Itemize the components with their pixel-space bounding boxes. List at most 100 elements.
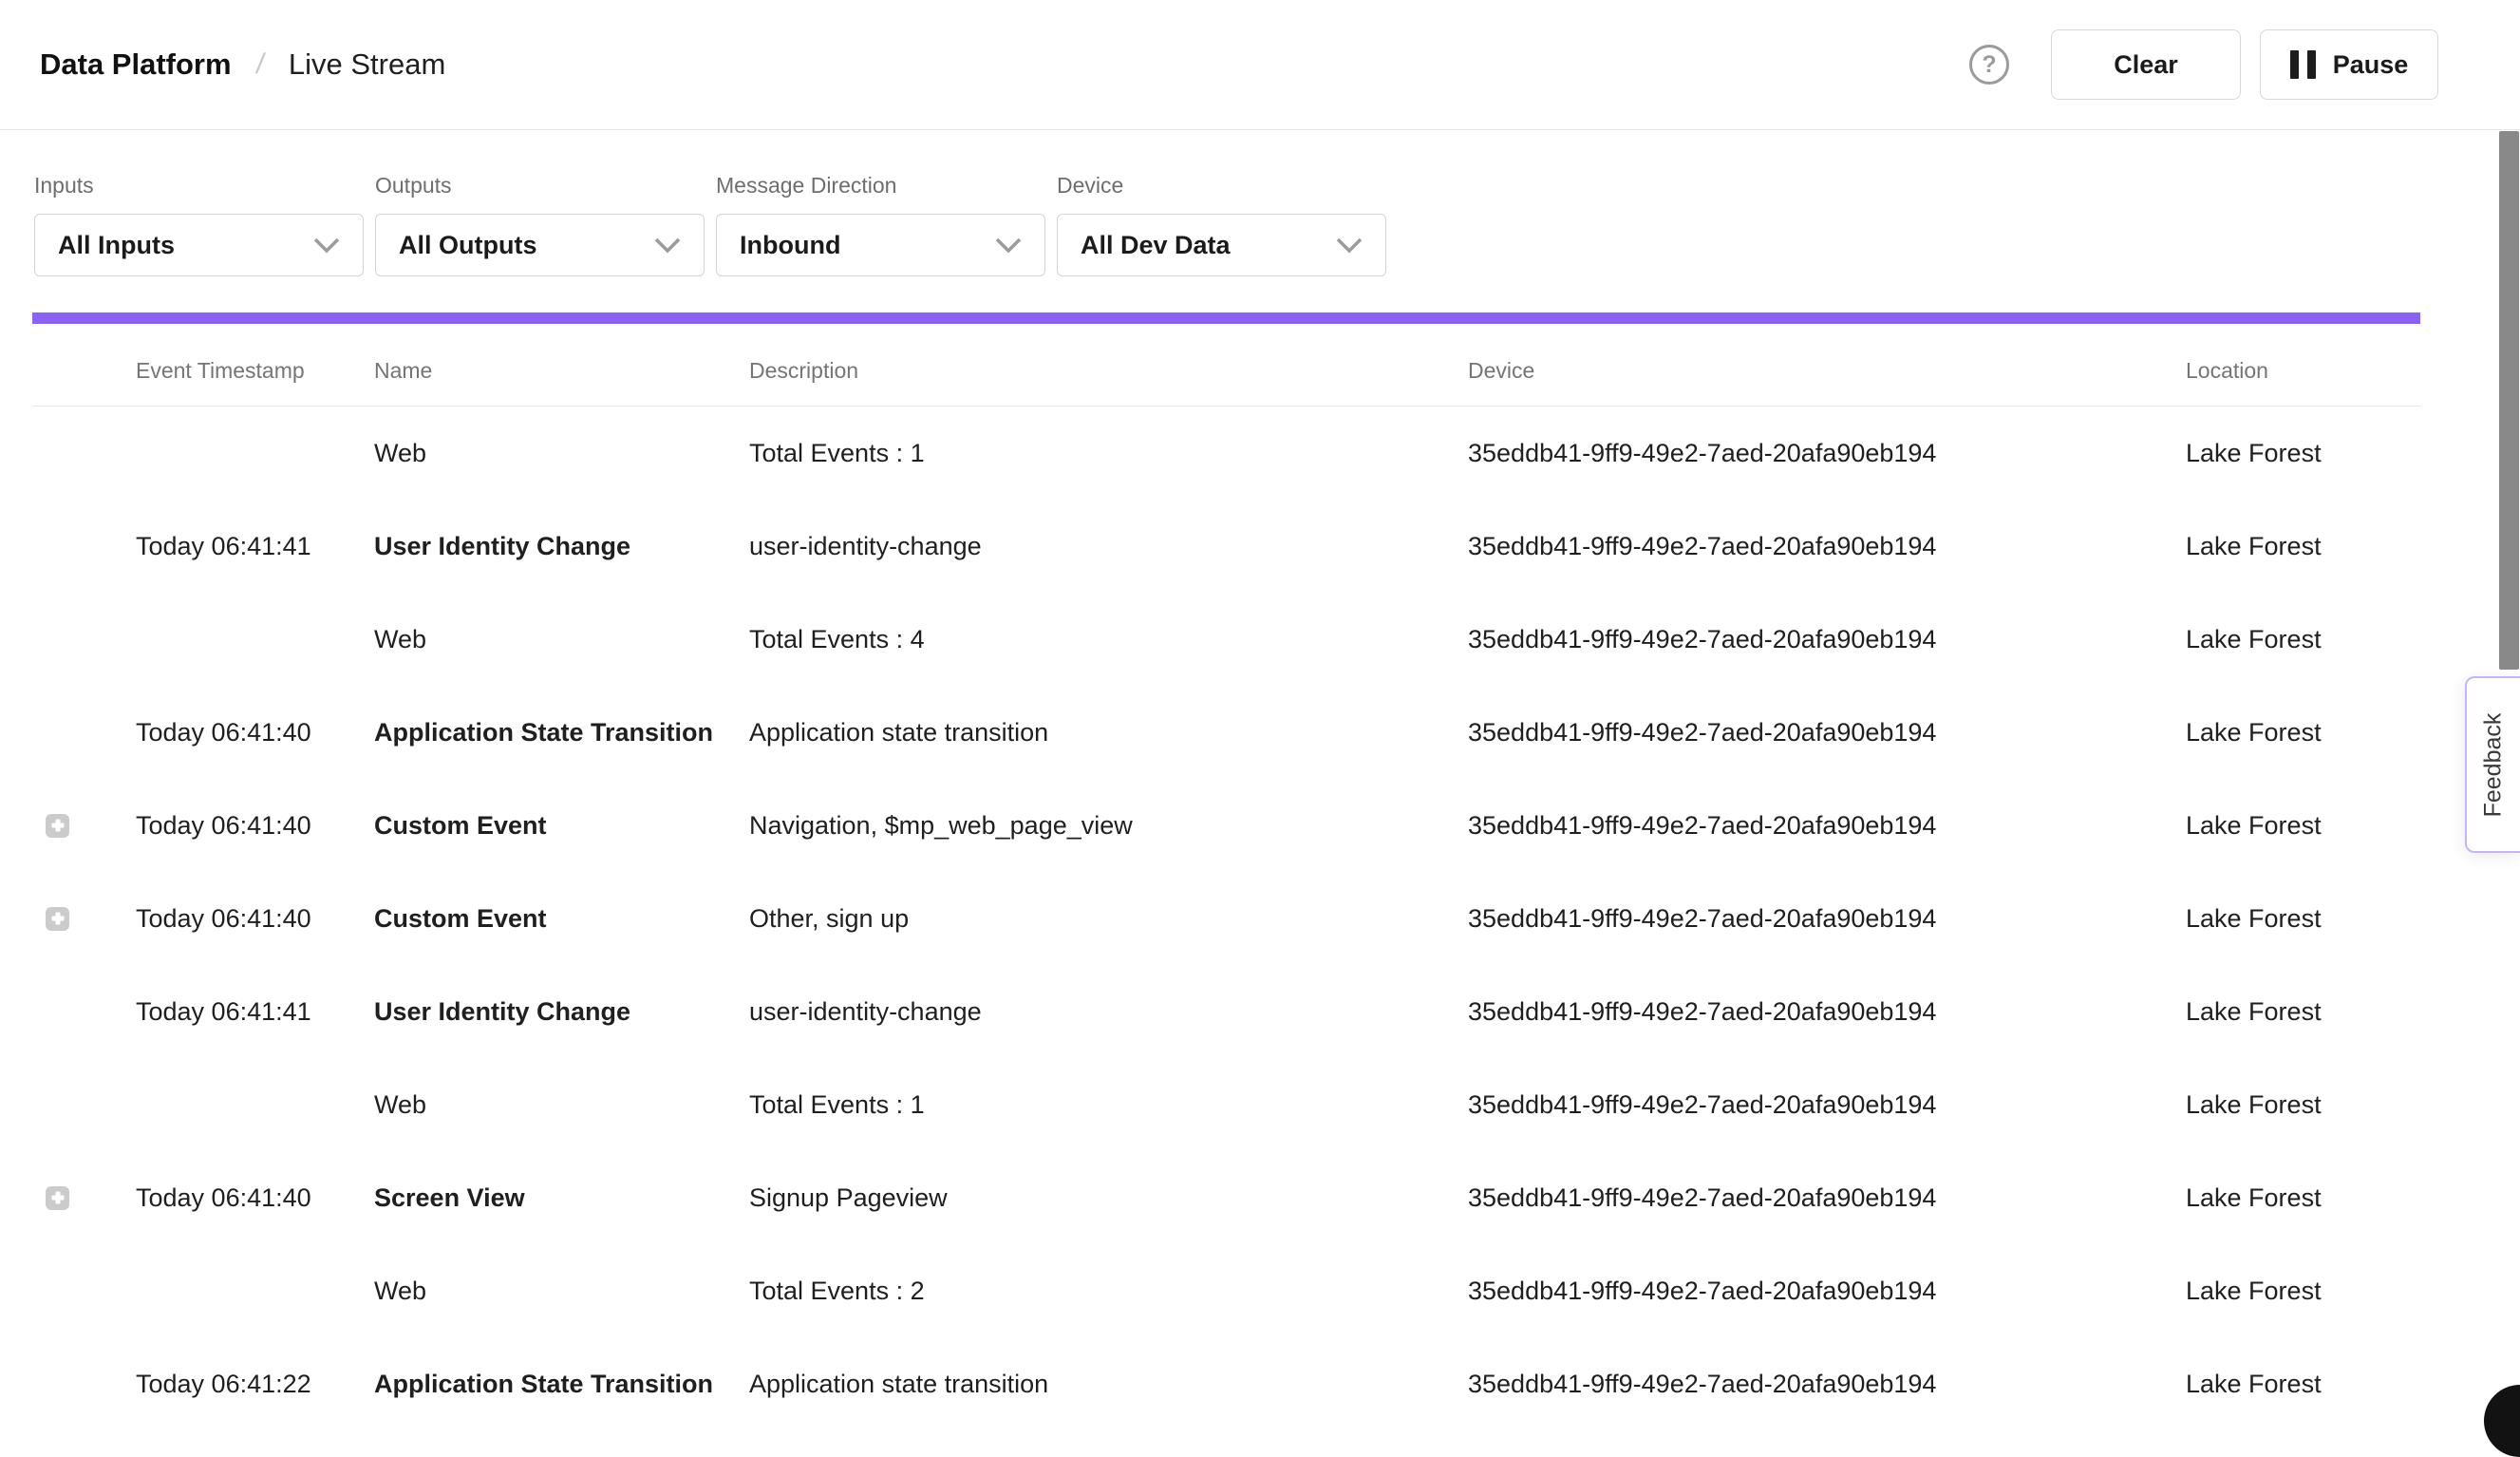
- description-cell: Total Events : 4: [749, 625, 1468, 654]
- device-select-value: All Dev Data: [1081, 231, 1231, 260]
- name-cell: Screen View: [374, 1183, 749, 1213]
- breadcrumb-page: Live Stream: [289, 47, 445, 82]
- device-cell: 35eddb41-9ff9-49e2-7aed-20afa90eb194: [1468, 625, 2186, 654]
- timestamp-cell: Today 06:41:40: [136, 811, 374, 841]
- location-cell: Lake Forest: [2186, 532, 2420, 561]
- device-cell: 35eddb41-9ff9-49e2-7aed-20afa90eb194: [1468, 904, 2186, 934]
- chevron-down-icon: [995, 237, 1022, 254]
- location-cell: Lake Forest: [2186, 1277, 2420, 1306]
- expand-row-button[interactable]: [46, 814, 69, 838]
- column-header-location: Location: [2186, 358, 2420, 384]
- header-actions: ? Clear Pause: [1969, 29, 2438, 100]
- location-cell: Lake Forest: [2186, 1090, 2420, 1120]
- events-table: Event Timestamp Name Description Device …: [32, 324, 2420, 1430]
- location-cell: Lake Forest: [2186, 625, 2420, 654]
- device-cell: 35eddb41-9ff9-49e2-7aed-20afa90eb194: [1468, 718, 2186, 747]
- column-header-event-timestamp: Event Timestamp: [136, 358, 374, 384]
- description-cell: Application state transition: [749, 1370, 1468, 1399]
- description-cell: Navigation, $mp_web_page_view: [749, 811, 1468, 841]
- expand-row-button[interactable]: [46, 1186, 69, 1210]
- scrollbar[interactable]: [2499, 131, 2519, 670]
- outputs-select-value: All Outputs: [399, 231, 536, 260]
- table-row[interactable]: Today 06:41:41User Identity Changeuser-i…: [32, 965, 2420, 1058]
- timestamp-cell: Today 06:41:22: [136, 1370, 374, 1399]
- name-cell: Custom Event: [374, 811, 749, 841]
- feedback-tab[interactable]: Feedback: [2465, 676, 2520, 853]
- chevron-down-icon: [313, 237, 340, 254]
- device-cell: 35eddb41-9ff9-49e2-7aed-20afa90eb194: [1468, 1090, 2186, 1120]
- help-glyph: ?: [1982, 53, 1996, 77]
- table-header-row: Event Timestamp Name Description Device …: [32, 324, 2420, 407]
- name-cell: Web: [374, 1277, 749, 1306]
- outputs-select[interactable]: All Outputs: [375, 214, 705, 276]
- table-row[interactable]: Today 06:41:40Application State Transiti…: [32, 686, 2420, 779]
- location-cell: Lake Forest: [2186, 718, 2420, 747]
- timestamp-cell: Today 06:41:40: [136, 1183, 374, 1213]
- chevron-down-icon: [654, 237, 681, 254]
- device-cell: 35eddb41-9ff9-49e2-7aed-20afa90eb194: [1468, 1277, 2186, 1306]
- table-row[interactable]: Today 06:41:40Custom EventOther, sign up…: [32, 872, 2420, 965]
- description-cell: Signup Pageview: [749, 1183, 1468, 1213]
- filter-label-outputs: Outputs: [375, 172, 705, 199]
- clear-button[interactable]: Clear: [2051, 29, 2241, 100]
- table-row[interactable]: WebTotal Events : 235eddb41-9ff9-49e2-7a…: [32, 1244, 2420, 1337]
- description-cell: user-identity-change: [749, 532, 1468, 561]
- device-cell: 35eddb41-9ff9-49e2-7aed-20afa90eb194: [1468, 1183, 2186, 1213]
- table-row[interactable]: Today 06:41:40Custom EventNavigation, $m…: [32, 779, 2420, 872]
- filter-group-inputs: Inputs All Inputs: [34, 172, 364, 276]
- description-cell: Total Events : 2: [749, 1277, 1468, 1306]
- breadcrumb-section[interactable]: Data Platform: [40, 47, 232, 82]
- inputs-select-value: All Inputs: [58, 231, 175, 260]
- description-cell: Application state transition: [749, 718, 1468, 747]
- table-row[interactable]: Today 06:41:41User Identity Changeuser-i…: [32, 500, 2420, 593]
- expand-cell: [32, 814, 136, 838]
- column-header-device: Device: [1468, 358, 2186, 384]
- breadcrumb-separator: /: [254, 48, 266, 81]
- name-cell: Web: [374, 625, 749, 654]
- location-cell: Lake Forest: [2186, 997, 2420, 1027]
- chat-launcher-partial[interactable]: [2484, 1385, 2520, 1457]
- timestamp-cell: Today 06:41:41: [136, 997, 374, 1027]
- name-cell: Web: [374, 1090, 749, 1120]
- device-cell: 35eddb41-9ff9-49e2-7aed-20afa90eb194: [1468, 1370, 2186, 1399]
- expand-cell: [32, 907, 136, 931]
- table-row[interactable]: Today 06:41:40Screen ViewSignup Pageview…: [32, 1151, 2420, 1244]
- pause-button[interactable]: Pause: [2260, 29, 2438, 100]
- filter-group-outputs: Outputs All Outputs: [375, 172, 705, 276]
- live-stream-page: Data Platform / Live Stream ? Clear Paus…: [0, 0, 2520, 1430]
- description-cell: Total Events : 1: [749, 439, 1468, 468]
- table-row[interactable]: Today 06:41:22Application State Transiti…: [32, 1337, 2420, 1430]
- column-header-description: Description: [749, 358, 1468, 384]
- timestamp-cell: Today 06:41:41: [136, 532, 374, 561]
- location-cell: Lake Forest: [2186, 904, 2420, 934]
- expand-row-button[interactable]: [46, 907, 69, 931]
- location-cell: Lake Forest: [2186, 811, 2420, 841]
- stream-activity-bar: [32, 312, 2420, 324]
- filter-group-message-direction: Message Direction Inbound: [716, 172, 1045, 276]
- filter-label-device: Device: [1057, 172, 1386, 199]
- filter-bar: Inputs All Inputs Outputs All Outputs Me…: [0, 130, 2520, 276]
- description-cell: Other, sign up: [749, 904, 1468, 934]
- table-row[interactable]: WebTotal Events : 135eddb41-9ff9-49e2-7a…: [32, 407, 2420, 500]
- help-icon[interactable]: ?: [1969, 45, 2009, 85]
- table-body: WebTotal Events : 135eddb41-9ff9-49e2-7a…: [32, 407, 2420, 1430]
- device-select[interactable]: All Dev Data: [1057, 214, 1386, 276]
- timestamp-cell: Today 06:41:40: [136, 904, 374, 934]
- pause-label: Pause: [2333, 50, 2409, 80]
- device-cell: 35eddb41-9ff9-49e2-7aed-20afa90eb194: [1468, 439, 2186, 468]
- location-cell: Lake Forest: [2186, 1370, 2420, 1399]
- device-cell: 35eddb41-9ff9-49e2-7aed-20afa90eb194: [1468, 997, 2186, 1027]
- table-row[interactable]: WebTotal Events : 435eddb41-9ff9-49e2-7a…: [32, 593, 2420, 686]
- inputs-select[interactable]: All Inputs: [34, 214, 364, 276]
- breadcrumb: Data Platform / Live Stream: [40, 47, 445, 82]
- description-cell: Total Events : 1: [749, 1090, 1468, 1120]
- name-cell: Application State Transition: [374, 718, 749, 747]
- filter-group-device: Device All Dev Data: [1057, 172, 1386, 276]
- message-direction-select[interactable]: Inbound: [716, 214, 1045, 276]
- table-row[interactable]: WebTotal Events : 135eddb41-9ff9-49e2-7a…: [32, 1058, 2420, 1151]
- location-cell: Lake Forest: [2186, 1183, 2420, 1213]
- name-cell: User Identity Change: [374, 997, 749, 1027]
- pause-icon: [2290, 50, 2316, 79]
- timestamp-cell: Today 06:41:40: [136, 718, 374, 747]
- device-cell: 35eddb41-9ff9-49e2-7aed-20afa90eb194: [1468, 532, 2186, 561]
